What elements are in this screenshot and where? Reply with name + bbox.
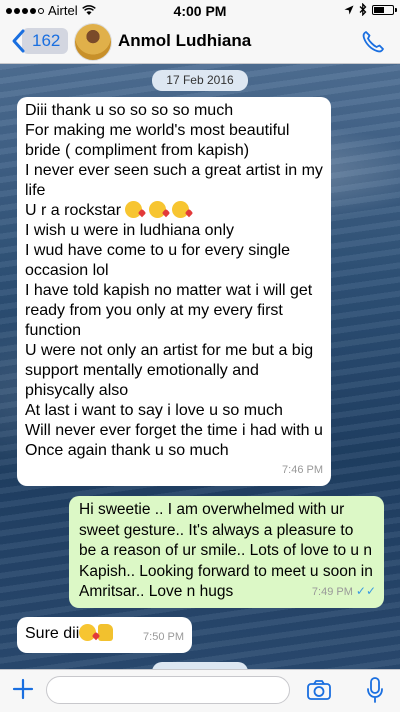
chevron-left-icon [12, 29, 25, 53]
double-tick-icon: ✓✓ [355, 583, 376, 598]
message-time: 7:49 PM [311, 585, 353, 598]
message-meta: 7:49 PM ✓✓ [312, 581, 376, 603]
thumbs-up-emoji [98, 624, 114, 641]
message-input-bar [0, 669, 400, 712]
back-button[interactable]: 162 [10, 28, 69, 54]
date-divider: 17 Feb 2016 [152, 70, 248, 91]
message-text-continued: I wish u were in ludhiana only I wud hav… [25, 222, 323, 459]
plus-icon[interactable] [10, 676, 36, 702]
message-time: 7:46 PM [282, 464, 323, 476]
message-bubble-outgoing[interactable]: Hi sweetie .. I am overwhelmed with ur s… [69, 496, 384, 608]
kiss-emoji [148, 201, 166, 218]
chat-area[interactable]: 17 Feb 2016 Diii thank u so so so so muc… [0, 64, 400, 669]
contact-avatar[interactable] [74, 23, 112, 61]
message-bubble-incoming[interactable]: Sure dii 7:50 PM [17, 617, 192, 653]
bluetooth-icon [359, 3, 367, 16]
battery-icon [372, 4, 397, 15]
kiss-emoji [125, 201, 143, 218]
contact-name[interactable]: Anmol Ludhiana [118, 31, 251, 51]
message-time: 7:50 PM [143, 631, 184, 643]
date-divider-partial [152, 662, 248, 669]
kiss-emoji [79, 624, 97, 641]
camera-icon[interactable] [306, 678, 332, 702]
phone-icon[interactable] [360, 29, 386, 55]
message-text: Sure dii [25, 625, 80, 642]
chat-header: 162 Anmol Ludhiana [0, 20, 400, 64]
location-icon [344, 5, 354, 14]
unread-count-badge: 162 [22, 28, 69, 54]
kiss-emoji [172, 201, 190, 218]
status-bar: Airtel 4:00 PM [0, 0, 400, 20]
status-time: 4:00 PM [173, 3, 227, 19]
microphone-icon[interactable] [366, 676, 384, 704]
message-input[interactable] [46, 676, 290, 704]
message-bubble-incoming[interactable]: Diii thank u so so so so much For making… [17, 97, 331, 486]
status-right-group [344, 3, 397, 16]
kiss-emoji-group [125, 201, 191, 219]
